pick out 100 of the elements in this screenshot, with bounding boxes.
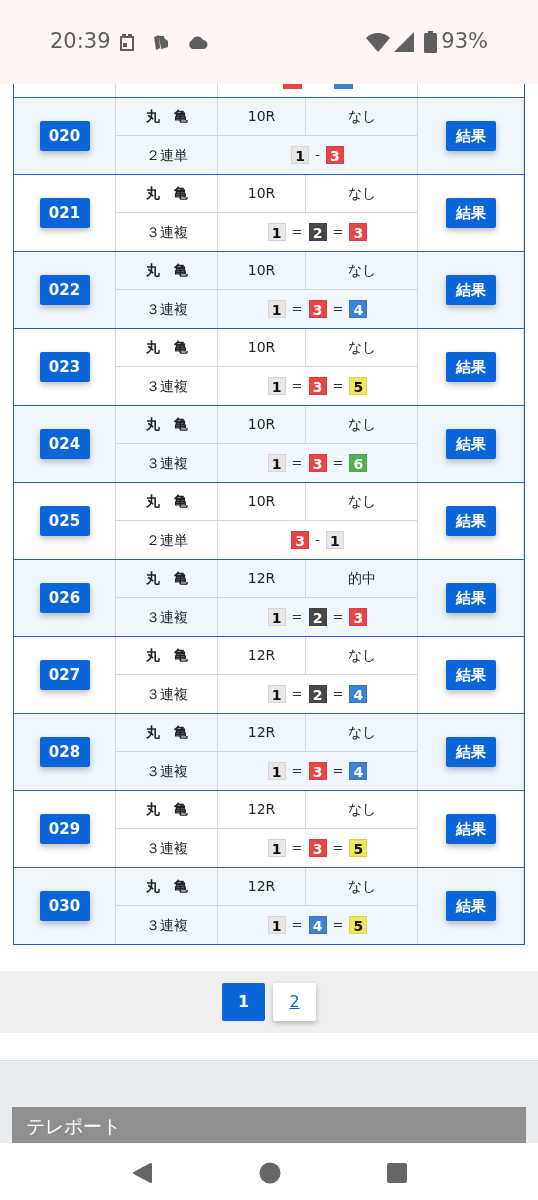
number-tile: 3 (349, 608, 368, 626)
bet-type: ３連複 (145, 299, 188, 319)
clock-time: 20:39 (50, 28, 111, 56)
venue-name: 丸 亀 (145, 800, 188, 819)
result-button[interactable]: 結果 (445, 429, 496, 459)
result-button[interactable]: 結果 (445, 660, 496, 690)
race-number: 12R (247, 800, 276, 819)
id-button[interactable]: 023 (39, 352, 90, 382)
outcome-text: なし (347, 492, 376, 511)
result-button[interactable]: 結果 (445, 506, 496, 536)
race-number: 12R (247, 723, 276, 742)
outcome-text: なし (347, 877, 376, 896)
bet-type: ２連単 (145, 145, 188, 165)
result-button[interactable]: 結果 (445, 275, 496, 305)
number-tile: 3 (308, 300, 327, 318)
bet-type: ３連複 (145, 453, 188, 473)
outcome-text: なし (347, 107, 376, 126)
number-tile: 1 (267, 839, 286, 857)
outcome-text: なし (347, 338, 376, 357)
venue-name: 丸 亀 (145, 184, 188, 203)
outcome-text: なし (347, 261, 376, 280)
race-number: 10R (247, 184, 276, 203)
number-tile: 1 (267, 608, 286, 626)
id-button[interactable]: 030 (39, 891, 90, 921)
race-number: 10R (247, 261, 276, 280)
venue-name: 丸 亀 (145, 646, 188, 665)
separator-mark: = (291, 762, 303, 781)
number-tile: 2 (308, 223, 327, 241)
number-tile: 4 (349, 685, 368, 703)
number-tile: 5 (349, 839, 368, 857)
section-title: テレポート (26, 1115, 121, 1137)
bet-type: ３連複 (145, 915, 188, 935)
id-button[interactable]: 025 (39, 506, 90, 536)
outcome-text: なし (347, 184, 376, 203)
battery-percent: 93% (441, 28, 488, 56)
number-tile: 1 (267, 377, 286, 395)
separator-mark: = (291, 223, 303, 242)
venue-name: 丸 亀 (145, 492, 188, 511)
back-icon[interactable] (131, 1162, 153, 1184)
bet-type: ３連複 (145, 222, 188, 242)
number-tile: 3 (308, 762, 327, 780)
cards-icon (152, 34, 169, 50)
result-button[interactable]: 結果 (445, 891, 496, 921)
separator-mark: = (332, 377, 344, 396)
race-number: 10R (247, 492, 276, 511)
result-button[interactable]: 結果 (445, 198, 496, 228)
bet-type: ３連複 (145, 761, 188, 781)
number-tile: 3 (308, 454, 327, 472)
outcome-text: なし (347, 646, 376, 665)
number-tile: 2 (308, 608, 327, 626)
separator-mark: = (332, 916, 344, 935)
id-button[interactable]: 027 (39, 660, 90, 690)
separator-mark: = (291, 685, 303, 704)
number-tile: 1 (325, 531, 344, 549)
separator-mark: = (291, 377, 303, 396)
id-button[interactable]: 024 (39, 429, 90, 459)
result-button[interactable]: 結果 (445, 352, 496, 382)
id-button[interactable]: 022 (39, 275, 90, 305)
id-button[interactable]: 028 (39, 737, 90, 767)
number-tile: 1 (267, 300, 286, 318)
page-button[interactable]: 1 (222, 983, 265, 1021)
outcome-text: なし (347, 800, 376, 819)
number-tile: 5 (349, 916, 368, 934)
race-number: 12R (247, 569, 276, 588)
race-number: 12R (247, 877, 276, 896)
id-button[interactable]: 026 (39, 583, 90, 613)
cloud-icon (186, 35, 208, 49)
number-tile: 6 (349, 454, 368, 472)
number-tile: 1 (291, 146, 310, 164)
venue-name: 丸 亀 (145, 723, 188, 742)
result-button[interactable]: 結果 (445, 121, 496, 151)
separator-mark: = (332, 223, 344, 242)
separator-mark: = (332, 608, 344, 627)
bet-type: ３連複 (145, 838, 188, 858)
page-button[interactable]: 2 (273, 983, 316, 1021)
signal-icon (394, 32, 415, 52)
calendar-icon (118, 33, 135, 51)
id-button[interactable]: 020 (39, 121, 90, 151)
wifi-icon (366, 32, 391, 52)
number-tile: 3 (325, 146, 344, 164)
result-button[interactable]: 結果 (445, 737, 496, 767)
race-number: 10R (247, 338, 276, 357)
separator-mark: - (315, 531, 320, 550)
number-tile: 4 (349, 762, 368, 780)
number-tile: 3 (308, 377, 327, 395)
separator-mark: = (332, 762, 344, 781)
number-tile: 5 (349, 377, 368, 395)
number-tile: 1 (267, 685, 286, 703)
separator-mark: = (291, 916, 303, 935)
id-button[interactable]: 029 (39, 814, 90, 844)
number-tile: 2 (308, 685, 327, 703)
number-tile: 3 (308, 839, 327, 857)
result-button[interactable]: 結果 (445, 814, 496, 844)
bet-type: ３連複 (145, 376, 188, 396)
number-tile: 1 (267, 762, 286, 780)
home-icon[interactable] (259, 1162, 281, 1184)
venue-name: 丸 亀 (145, 261, 188, 280)
id-button[interactable]: 021 (39, 198, 90, 228)
result-button[interactable]: 結果 (445, 583, 496, 613)
separator-mark: = (291, 454, 303, 473)
